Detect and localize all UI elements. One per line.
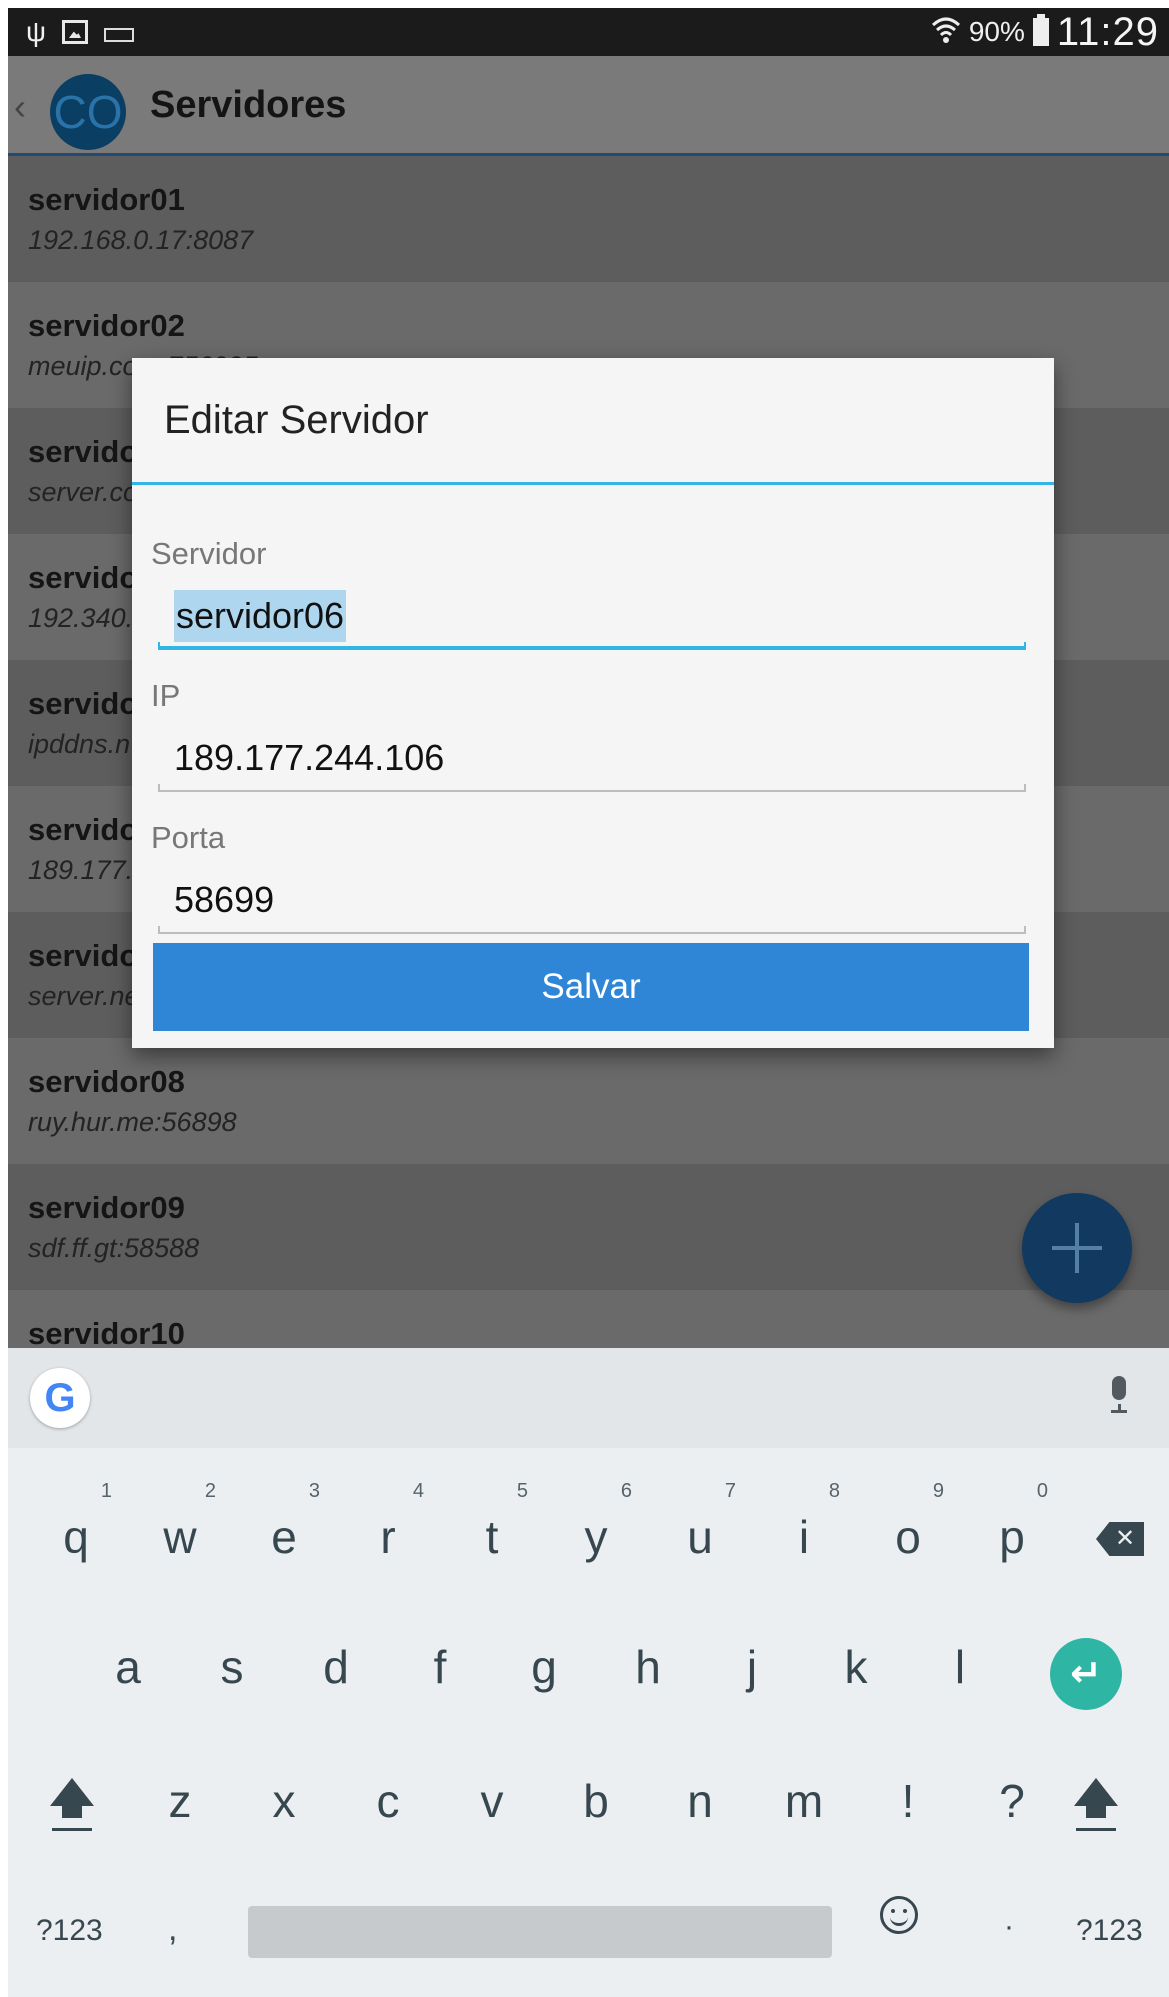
list-item[interactable]: servidor09 sdf.ff.gt:58588	[8, 1164, 1169, 1290]
key-h[interactable]: h	[598, 1612, 698, 1722]
server-address: 192.168.0.17:8087	[28, 225, 254, 255]
battery-icon	[1032, 14, 1049, 46]
shift-right-icon[interactable]	[1066, 1778, 1126, 1838]
key-x[interactable]: x	[234, 1746, 334, 1856]
key-l[interactable]: l	[910, 1612, 1010, 1722]
key-q[interactable]: q1	[26, 1480, 126, 1592]
server-name: servidor01	[28, 182, 185, 217]
dialog-divider	[132, 482, 1054, 485]
soft-keyboard: G q1 w2 e3 r4 t5 y6 u7 i8 o9 p0 ✕ a s d …	[8, 1348, 1169, 1997]
ip-field-underline	[158, 784, 1026, 792]
server-address: ruy.hur.me:56898	[28, 1107, 237, 1137]
keyboard-icon	[103, 28, 134, 42]
port-field-underline	[158, 926, 1026, 934]
save-button[interactable]: Salvar	[153, 943, 1029, 1031]
app-logo[interactable]: CO	[50, 74, 126, 150]
screen: ψ 90% 11:29 ‹ CO Servidores servidor01 1…	[8, 8, 1169, 1997]
server-name: servidor08	[28, 1064, 185, 1099]
key-e[interactable]: e3	[234, 1480, 334, 1592]
shift-left-icon[interactable]	[42, 1778, 102, 1838]
key-y[interactable]: y6	[546, 1480, 646, 1592]
google-logo-icon[interactable]: G	[30, 1368, 90, 1428]
key-t[interactable]: t5	[442, 1480, 542, 1592]
status-bar: ψ 90% 11:29	[8, 8, 1169, 56]
usb-icon: ψ	[26, 16, 46, 47]
key-i[interactable]: i8	[754, 1480, 854, 1592]
battery-percent: 90%	[968, 16, 1025, 47]
clock: 11:29	[1056, 9, 1159, 54]
symbols-key-left[interactable]: ?123	[36, 1914, 103, 1948]
key-question[interactable]: ?	[962, 1746, 1062, 1856]
key-b[interactable]: b	[546, 1746, 646, 1856]
emoji-icon[interactable]	[880, 1896, 918, 1934]
port-input[interactable]	[158, 874, 1026, 926]
key-o[interactable]: o9	[858, 1480, 958, 1592]
key-f[interactable]: f	[390, 1612, 490, 1722]
suggestion-strip: G	[8, 1348, 1169, 1448]
key-c[interactable]: c	[338, 1746, 438, 1856]
ip-input[interactable]	[158, 732, 1026, 784]
server-label: Servidor	[151, 536, 267, 571]
key-j[interactable]: j	[702, 1612, 802, 1722]
key-k[interactable]: k	[806, 1612, 906, 1722]
key-n[interactable]: n	[650, 1746, 750, 1856]
key-v[interactable]: v	[442, 1746, 542, 1856]
page-title: Servidores	[150, 84, 347, 126]
key-g[interactable]: g	[494, 1612, 594, 1722]
server-field[interactable]: servidor06	[158, 590, 1026, 650]
dialog-title: Editar Servidor	[164, 398, 429, 442]
edit-server-dialog: Editar Servidor Servidor servidor06 IP P…	[132, 358, 1054, 1048]
microphone-icon[interactable]	[1109, 1376, 1129, 1413]
spacebar[interactable]	[248, 1906, 832, 1958]
back-chevron-icon[interactable]: ‹	[14, 86, 26, 128]
key-exclamation[interactable]: !	[858, 1746, 958, 1856]
ip-field[interactable]	[158, 732, 1026, 792]
key-a[interactable]: a	[78, 1612, 178, 1722]
wifi-icon	[931, 17, 960, 43]
server-field-underline	[158, 642, 1026, 650]
server-name: servidor09	[28, 1190, 185, 1225]
key-w[interactable]: w2	[130, 1480, 230, 1592]
symbols-key-right[interactable]: ?123	[1076, 1914, 1143, 1948]
enter-key-icon[interactable]: ↵	[1050, 1638, 1122, 1710]
key-s[interactable]: s	[182, 1612, 282, 1722]
list-item[interactable]: servidor08 ruy.hur.me:56898	[8, 1038, 1169, 1164]
key-z[interactable]: z	[130, 1746, 230, 1856]
ip-label: IP	[151, 678, 181, 713]
add-server-button[interactable]	[1022, 1193, 1132, 1303]
key-d[interactable]: d	[286, 1612, 386, 1722]
port-field[interactable]	[158, 874, 1026, 934]
key-m[interactable]: m	[754, 1746, 854, 1856]
server-input-selected-text[interactable]: servidor06	[174, 590, 347, 642]
image-icon	[61, 20, 88, 44]
port-label: Porta	[151, 820, 226, 855]
list-item[interactable]: servidor01 192.168.0.17:8087	[8, 156, 1169, 282]
app-bar: ‹ CO Servidores	[8, 56, 1169, 156]
server-name: servidor02	[28, 308, 185, 343]
key-r[interactable]: r4	[338, 1480, 438, 1592]
backspace-icon[interactable]: ✕	[1096, 1522, 1144, 1556]
key-p[interactable]: p0	[962, 1480, 1062, 1592]
comma-key[interactable]: ,	[168, 1910, 177, 1949]
server-address: sdf.ff.gt:58588	[28, 1233, 200, 1263]
key-u[interactable]: u7	[650, 1480, 750, 1592]
period-key[interactable]: ·	[1004, 1910, 1014, 1944]
